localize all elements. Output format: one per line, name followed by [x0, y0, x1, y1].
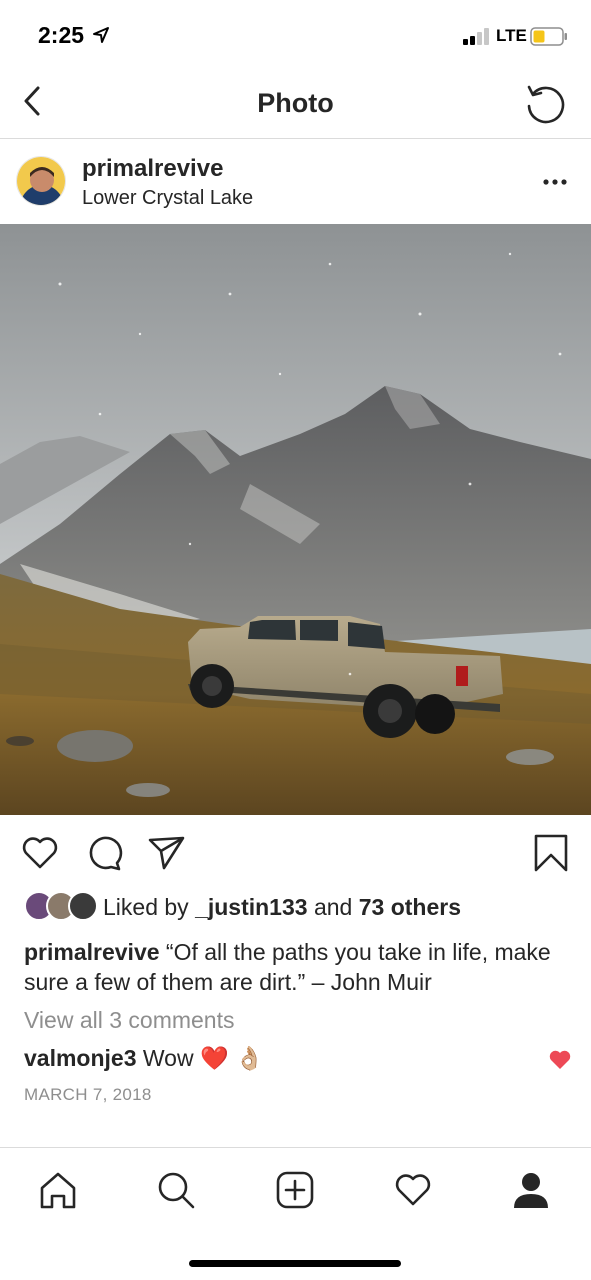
post-header: primalrevive Lower Crystal Lake [0, 140, 591, 224]
liker-avatar[interactable] [68, 891, 98, 921]
page-title: Photo [257, 88, 334, 118]
comment-text: Wow ❤️ 👌🏼 [142, 1045, 264, 1071]
status-time: 2:25 [38, 22, 85, 48]
status-bar: 2:25 LTE [0, 0, 591, 70]
nav-bar: Photo [0, 70, 591, 139]
liked-by-prefix: Liked by [103, 894, 189, 920]
caption-username[interactable]: primalrevive [24, 939, 160, 965]
tab-bar [0, 1147, 591, 1280]
profile-icon[interactable] [511, 1170, 551, 1210]
battery-icon [530, 27, 568, 46]
post-date: MARCH 7, 2018 [24, 1085, 152, 1104]
like-icon[interactable] [20, 833, 60, 873]
add-icon[interactable] [275, 1170, 315, 1210]
comment-username[interactable]: valmonje3 [24, 1045, 137, 1071]
liked-by-others[interactable]: 73 others [359, 894, 461, 920]
home-icon[interactable] [38, 1170, 78, 1210]
comment-like-icon[interactable] [549, 1050, 571, 1070]
home-indicator [189, 1260, 401, 1267]
more-options-icon[interactable] [538, 170, 572, 194]
post-actions [0, 815, 591, 889]
liked-by-user[interactable]: _justin133 [195, 894, 308, 920]
signal-icon [463, 28, 493, 45]
location-arrow-icon [92, 26, 110, 44]
view-all-comments-link[interactable]: View all 3 comments [24, 1007, 235, 1034]
liked-by-and: and [313, 894, 353, 920]
avatar[interactable] [16, 156, 66, 206]
likes-row: Liked by _justin133 and 73 others [24, 891, 584, 925]
share-icon[interactable] [146, 833, 186, 873]
search-icon[interactable] [156, 1170, 196, 1210]
comment: valmonje3 Wow ❤️ 👌🏼 [24, 1045, 264, 1072]
network-type: LTE [496, 26, 527, 45]
post-location[interactable]: Lower Crystal Lake [82, 187, 253, 210]
activity-icon[interactable] [393, 1170, 433, 1210]
post-photo[interactable] [0, 224, 591, 815]
post-caption: primalrevive “Of all the paths you take … [24, 937, 569, 997]
refresh-icon[interactable] [524, 82, 566, 124]
post-username[interactable]: primalrevive [82, 155, 223, 183]
save-icon[interactable] [532, 833, 572, 873]
comment-icon[interactable] [84, 833, 124, 873]
likes-summary: Liked by _justin133 and 73 others [103, 894, 461, 921]
